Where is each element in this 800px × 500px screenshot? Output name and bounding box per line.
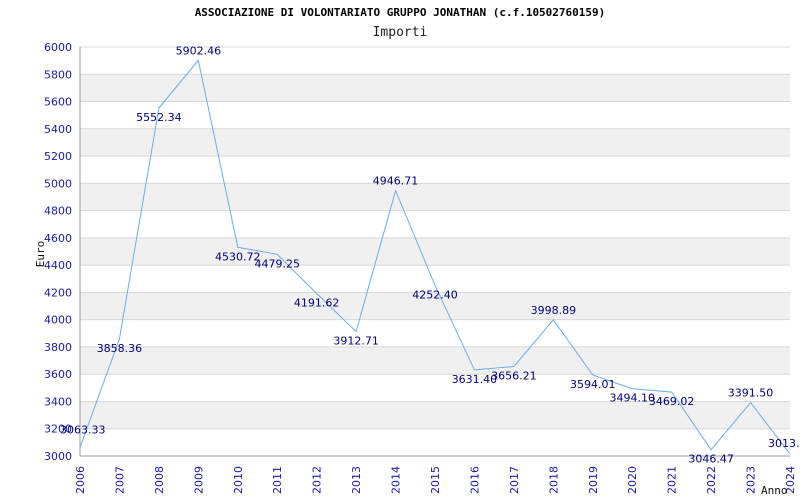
y-tick-label: 6000: [44, 41, 72, 54]
grid-band: [80, 346, 790, 375]
x-axis-label: Anno: [761, 484, 788, 497]
data-label: 3391.50: [728, 387, 774, 400]
data-label: 4252.40: [412, 288, 458, 301]
x-tick-label: 2019: [587, 466, 600, 494]
y-tick-label: 4400: [44, 259, 72, 272]
x-tick-label: 2012: [311, 466, 324, 494]
x-tick-label: 2011: [271, 466, 284, 494]
x-tick-label: 2015: [429, 466, 442, 494]
x-tick-label: 2010: [232, 466, 245, 494]
data-label: 3912.71: [333, 335, 379, 348]
x-tick-labels: 2006 2007 2008 2009 2010 2011 2012 2013 2014 2015…: [74, 466, 797, 494]
data-label: 3469.02: [649, 395, 695, 408]
data-label: 4946.71: [373, 175, 419, 188]
x-tick-label: 2017: [508, 466, 521, 494]
x-tick-label: 2021: [666, 466, 679, 494]
grid-band: [80, 237, 790, 266]
x-tick-label: 2014: [390, 466, 403, 494]
x-tick-label: 2007: [113, 466, 126, 494]
y-tick-labels: 3000320034003600380040004200440046004800…: [44, 41, 72, 463]
y-tick-label: 3000: [44, 450, 72, 463]
x-tick-label: 2016: [468, 466, 481, 494]
data-label: 4479.25: [254, 257, 300, 270]
y-tick-label: 3400: [44, 395, 72, 408]
y-axis-label: Euro: [34, 241, 47, 268]
data-label: 4191.62: [294, 297, 340, 310]
y-tick-label: 3600: [44, 368, 72, 381]
y-tick-label: 5800: [44, 68, 72, 81]
x-tick-label: 2013: [350, 466, 363, 494]
y-tick-label: 5600: [44, 96, 72, 109]
x-tick-label: 2006: [74, 466, 87, 494]
x-tick-label: 2023: [745, 466, 758, 494]
y-tick-label: 5000: [44, 177, 72, 190]
data-label: 3046.47: [688, 453, 734, 466]
x-tick-label: 2018: [547, 466, 560, 494]
data-label: 5902.46: [176, 44, 222, 57]
y-tick-label: 5400: [44, 123, 72, 136]
y-tick-label: 4600: [44, 232, 72, 245]
x-tick-label: 2008: [153, 466, 166, 494]
data-label: 3858.36: [97, 342, 143, 355]
data-label: 3998.89: [531, 304, 577, 317]
x-tick-label: 2022: [705, 466, 718, 494]
y-tick-label: 5200: [44, 150, 72, 163]
y-tick-label: 3800: [44, 341, 72, 354]
x-tick-label: 2020: [626, 466, 639, 494]
y-tick-label: 4200: [44, 286, 72, 299]
data-label: 3656.21: [491, 370, 537, 383]
grid-band: [80, 183, 790, 211]
x-tick-label: 2009: [192, 466, 205, 494]
line-chart: 3000320034003600380040004200440046004800…: [34, 41, 800, 497]
data-label: 5552.34: [136, 111, 182, 124]
data-label: 3594.01: [570, 378, 616, 391]
grid-band: [80, 74, 790, 102]
grid-band: [80, 128, 790, 157]
y-tick-label: 4800: [44, 205, 72, 218]
data-label: 3063.33: [60, 423, 106, 436]
y-tick-label: 4000: [44, 314, 72, 327]
plot-bands: [80, 74, 790, 429]
data-label: 3013.6: [768, 437, 800, 450]
